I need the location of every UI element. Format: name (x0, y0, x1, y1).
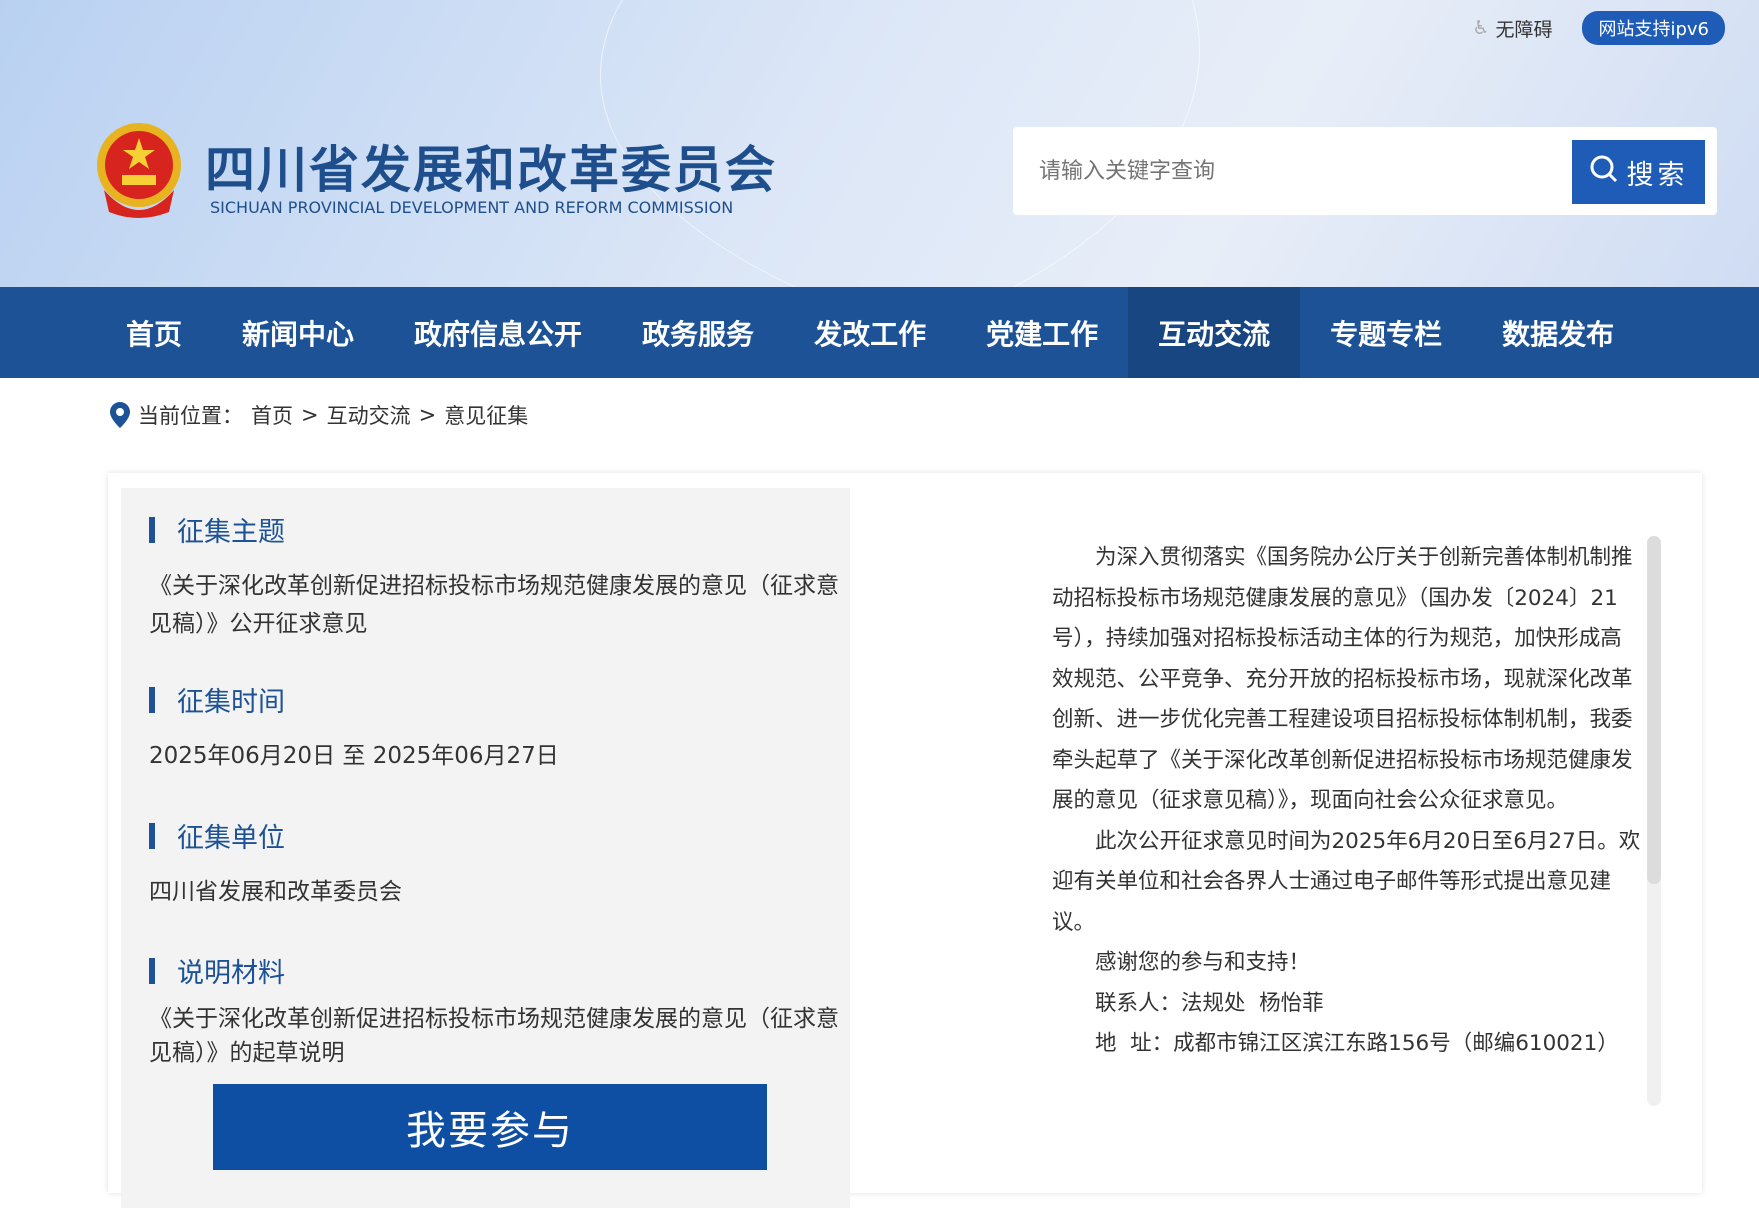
breadcrumb-label: 当前位置： (138, 400, 243, 430)
location-pin-icon (110, 402, 130, 428)
contact-person: 联系人：法规处 杨怡菲 (1052, 984, 1642, 1025)
search-button[interactable]: 搜索 (1572, 140, 1705, 204)
section-title: 征集单位 (177, 816, 285, 855)
topbar: ♿ 无障碍 网站支持ipv6 (1472, 11, 1725, 45)
breadcrumb: 当前位置： 首页 > 互动交流 > 意见征集 (110, 400, 528, 430)
breadcrumb-sep: > (419, 403, 437, 427)
nav-topics[interactable]: 专题专栏 (1300, 287, 1472, 378)
scrollbar-thumb[interactable] (1647, 536, 1661, 884)
material-link[interactable]: 《关于深化改革创新促进招标投标市场规范健康发展的意见（征求意见稿）》的起草说明 (149, 1002, 839, 1070)
breadcrumb-interaction[interactable]: 互动交流 (327, 400, 411, 430)
search-button-label: 搜索 (1627, 153, 1689, 192)
accessibility-label: 无障碍 (1495, 15, 1552, 42)
topic-text: 《关于深化改革创新促进招标投标市场规范健康发展的意见（征求意见稿）》公开征求意见 (149, 567, 839, 643)
contact-address: 地 址：成都市锦江区滨江东路156号（邮编610021） (1052, 1024, 1642, 1065)
section-marker (149, 823, 155, 849)
topic-section: 征集主题 《关于深化改革创新促进招标投标市场规范健康发展的意见（征求意见稿）》公… (149, 510, 839, 643)
nav-gov-info[interactable]: 政府信息公开 (384, 287, 612, 378)
section-title: 说明材料 (177, 951, 285, 990)
section-title: 征集时间 (177, 680, 285, 719)
section-marker (149, 687, 155, 713)
breadcrumb-home[interactable]: 首页 (251, 400, 293, 430)
content-card: 征集主题 《关于深化改革创新促进招标投标市场规范健康发展的意见（征求意见稿）》公… (108, 473, 1702, 1193)
nav-interaction[interactable]: 互动交流 (1128, 287, 1300, 378)
nav-home[interactable]: 首页 (96, 287, 212, 378)
site-subtitle: SICHUAN PROVINCIAL DEVELOPMENT AND REFOR… (210, 198, 733, 217)
breadcrumb-current: 意见征集 (444, 400, 528, 430)
national-emblem-logo (94, 120, 184, 220)
section-marker (149, 517, 155, 543)
time-section: 征集时间 2025年06月20日 至 2025年06月27日 (149, 680, 839, 775)
nav-services[interactable]: 政务服务 (612, 287, 784, 378)
unit-text: 四川省发展和改革委员会 (149, 873, 839, 911)
accessibility-icon: ♿ (1472, 17, 1489, 39)
paragraph: 为深入贯彻落实《国务院办公厅关于创新完善体制机制推动招标投标市场规范健康发展的意… (1052, 538, 1642, 822)
nav-party[interactable]: 党建工作 (956, 287, 1128, 378)
search-input[interactable] (1039, 149, 1539, 193)
notice-text: 为深入贯彻落实《国务院办公厅关于创新完善体制机制推动招标投标市场规范健康发展的意… (1052, 538, 1642, 1065)
accessibility-link[interactable]: ♿ 无障碍 (1472, 15, 1552, 42)
unit-section: 征集单位 四川省发展和改革委员会 (149, 816, 839, 911)
participate-button[interactable]: 我要参与 (213, 1084, 767, 1170)
search-box: 搜索 (1013, 127, 1717, 215)
search-icon (1589, 154, 1619, 191)
nav-data[interactable]: 数据发布 (1472, 287, 1644, 378)
paragraph: 感谢您的参与和支持！ (1052, 943, 1642, 984)
scrollbar[interactable] (1647, 536, 1661, 1106)
time-text: 2025年06月20日 至 2025年06月27日 (149, 737, 839, 775)
breadcrumb-sep: > (301, 403, 319, 427)
site-title: 四川省发展和改革委员会 (205, 130, 777, 202)
nav-news[interactable]: 新闻中心 (212, 287, 384, 378)
section-marker (149, 958, 155, 984)
section-title: 征集主题 (177, 510, 285, 549)
header: ♿ 无障碍 网站支持ipv6 四川省发展和改革委员会 SICHUAN PROVIN… (0, 0, 1759, 287)
main-nav: 首页 新闻中心 政府信息公开 政务服务 发改工作 党建工作 互动交流 专题专栏 … (0, 287, 1759, 378)
ipv6-badge: 网站支持ipv6 (1582, 11, 1725, 45)
nav-work[interactable]: 发改工作 (784, 287, 956, 378)
info-panel: 征集主题 《关于深化改革创新促进招标投标市场规范健康发展的意见（征求意见稿）》公… (121, 488, 850, 1208)
paragraph: 此次公开征求意见时间为2025年6月20日至6月27日。欢迎有关单位和社会各界人… (1052, 822, 1642, 944)
material-section: 说明材料 《关于深化改革创新促进招标投标市场规范健康发展的意见（征求意见稿）》的… (149, 951, 839, 1070)
